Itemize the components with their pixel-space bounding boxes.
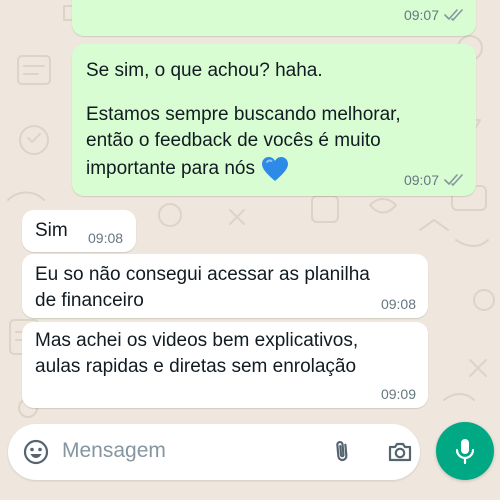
- camera-icon[interactable]: [386, 438, 414, 466]
- message-line: Eu so não consegui acessar as planilha: [35, 264, 370, 285]
- paperclip-icon[interactable]: [328, 438, 356, 466]
- message-meta: 09:07: [404, 7, 464, 23]
- incoming-message[interactable]: Eu so não consegui acessar as planilha d…: [22, 254, 428, 318]
- emoji-smiley-icon[interactable]: [22, 438, 50, 466]
- message-line: de financeiro: [35, 290, 144, 311]
- incoming-message[interactable]: Mas achei os videos bem explicativos, au…: [22, 322, 428, 408]
- double-check-icon: [444, 9, 463, 21]
- message-meta: 09:08: [88, 230, 123, 246]
- microphone-button[interactable]: [436, 422, 494, 480]
- message-line: Mas achei os videos bem explicativos,: [35, 330, 359, 351]
- message-meta: 09:08: [381, 296, 416, 312]
- outgoing-message-partial[interactable]: 09:07: [72, 0, 476, 36]
- message-line: Estamos sempre buscando melhorar,: [86, 104, 401, 125]
- message-line: então o feedback de vocês é muito: [86, 130, 381, 151]
- message-time: 09:09: [380, 386, 416, 402]
- message-composer: Mensagem: [8, 424, 420, 480]
- message-line: aulas rapidas e diretas sem enrolação: [35, 356, 357, 377]
- message-time: 09:07: [403, 172, 439, 188]
- message-time: 09:08: [380, 296, 416, 312]
- message-line: Se sim, o que achou? haha.: [86, 60, 323, 81]
- message-input[interactable]: Mensagem: [62, 439, 166, 463]
- microphone-icon: [455, 439, 475, 465]
- message-time: 09:07: [403, 7, 439, 23]
- incoming-message[interactable]: Sim 09:08: [22, 210, 136, 252]
- outgoing-message[interactable]: Se sim, o que achou? haha. Estamos sempr…: [72, 44, 476, 196]
- message-meta: 09:07: [404, 172, 464, 188]
- message-time: 09:08: [88, 230, 124, 246]
- blue-heart-emoji-icon: [262, 157, 288, 181]
- message-meta: 09:09: [381, 386, 416, 402]
- message-line: importante para nós: [86, 158, 255, 179]
- double-check-icon: [444, 174, 463, 186]
- message-line: [86, 84, 466, 102]
- message-line: Sim: [35, 220, 68, 241]
